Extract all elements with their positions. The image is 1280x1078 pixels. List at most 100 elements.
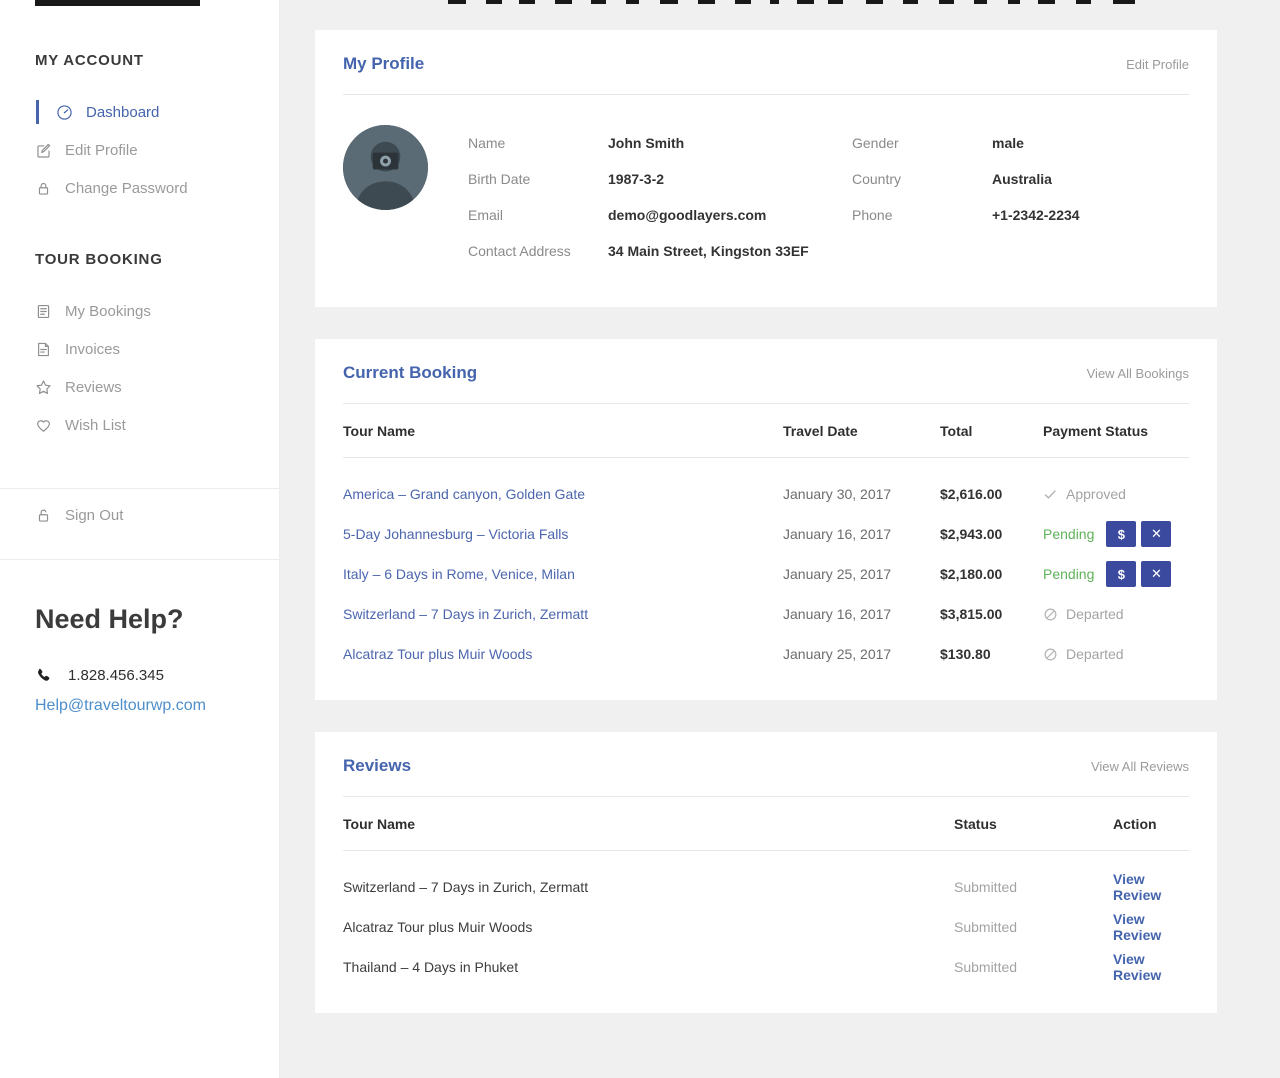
pay-button[interactable]: $ [1106, 521, 1136, 547]
profile-field-value: 34 Main Street, Kingston 33EF [608, 233, 852, 269]
sidebar-item-sign-out[interactable]: Sign Out [35, 496, 251, 534]
booking-total: $130.80 [940, 646, 1043, 662]
sidebar-divider [0, 559, 279, 560]
sidebar-item-label: Sign Out [65, 507, 123, 524]
tour-booking-heading: TOUR BOOKING [35, 251, 251, 268]
review-row: Thailand – 4 Days in PhuketSubmittedView… [343, 947, 1189, 987]
pay-button[interactable]: $ [1106, 561, 1136, 587]
sidebar-item-label: Change Password [65, 180, 188, 197]
profile-field-label: Birth Date [468, 161, 608, 197]
sidebar-item-edit-profile[interactable]: Edit Profile [35, 131, 251, 169]
booking-travel-date: January 16, 2017 [783, 526, 940, 542]
sidebar-item-label: Wish List [65, 417, 126, 434]
sidebar-item-reviews[interactable]: Reviews [35, 368, 251, 406]
profile-body: NameJohn SmithGendermaleBirth Date1987-3… [315, 95, 1217, 307]
sidebar-item-change-password[interactable]: Change Password [35, 169, 251, 207]
my-account-heading: MY ACCOUNT [35, 52, 251, 69]
sidebar-item-invoices[interactable]: Invoices [35, 330, 251, 368]
view-review-link[interactable]: View Review [1113, 911, 1161, 943]
payment-status-text: Departed [1066, 606, 1124, 622]
profile-field-value: Australia [992, 161, 1080, 197]
reviews-card: Reviews View All Reviews Tour Name Statu… [315, 732, 1217, 1013]
phone-icon [35, 667, 52, 684]
star-icon [35, 379, 52, 396]
sidebar-item-my-bookings[interactable]: My Bookings [35, 292, 251, 330]
payment-status-text: Approved [1066, 486, 1126, 502]
sidebar: MY ACCOUNT DashboardEdit Profile Change P… [0, 0, 280, 1078]
signout-nav: Sign Out [35, 496, 251, 534]
edit-profile-link[interactable]: Edit Profile [1126, 57, 1189, 72]
ban-icon [1043, 607, 1058, 622]
review-row: Alcatraz Tour plus Muir WoodsSubmittedVi… [343, 907, 1189, 947]
view-review-link[interactable]: View Review [1113, 951, 1161, 983]
current-booking-title: Current Booking [343, 363, 477, 383]
bookings-table-header: Tour Name Travel Date Total Payment Stat… [343, 404, 1189, 458]
sidebar-item-dashboard[interactable]: Dashboard [35, 93, 251, 131]
sidebar-item-label: Invoices [65, 341, 120, 358]
booking-travel-date: January 16, 2017 [783, 606, 940, 622]
profile-fields: NameJohn SmithGendermaleBirth Date1987-3… [468, 125, 1080, 269]
help-phone: 1.828.456.345 [35, 667, 251, 684]
booking-tour-link[interactable]: Italy – 6 Days in Rome, Venice, Milan [343, 566, 783, 582]
my-profile-title: My Profile [343, 54, 424, 74]
profile-field-label: Email [468, 197, 608, 233]
booking-payment-status: Departed [1043, 606, 1189, 622]
review-tour-name: Thailand – 4 Days in Phuket [343, 959, 954, 975]
profile-field-label: Contact Address [468, 233, 608, 269]
payment-status-text: Departed [1066, 646, 1124, 662]
col-payment-status: Payment Status [1043, 423, 1189, 439]
booking-travel-date: January 25, 2017 [783, 566, 940, 582]
booking-travel-date: January 25, 2017 [783, 646, 940, 662]
main-content: My Profile Edit Profile NameJohn SmithGe… [280, 0, 1280, 1078]
booking-row: Alcatraz Tour plus Muir WoodsJanuary 25,… [343, 634, 1189, 674]
avatar [343, 125, 428, 210]
profile-field-empty [992, 233, 1080, 269]
review-tour-name: Alcatraz Tour plus Muir Woods [343, 919, 954, 935]
profile-field-value: 1987-3-2 [608, 161, 852, 197]
booking-tour-link[interactable]: Switzerland – 7 Days in Zurich, Zermatt [343, 606, 783, 622]
payment-status-text: Pending [1043, 526, 1094, 542]
view-all-bookings-link[interactable]: View All Bookings [1087, 366, 1189, 381]
review-status: Submitted [954, 879, 1113, 895]
booking-payment-status: Pending$✕ [1043, 561, 1189, 587]
cancel-booking-button[interactable]: ✕ [1141, 561, 1171, 587]
cancel-booking-button[interactable]: ✕ [1141, 521, 1171, 547]
booking-total: $3,815.00 [940, 606, 1043, 622]
booking-tour-link[interactable]: Alcatraz Tour plus Muir Woods [343, 646, 783, 662]
dashboard-page: MY ACCOUNT DashboardEdit ProfileChange P… [0, 0, 1280, 1078]
profile-field-empty [852, 233, 992, 269]
booking-total: $2,943.00 [940, 526, 1043, 542]
view-all-reviews-link[interactable]: View All Reviews [1091, 759, 1189, 774]
edit-icon [35, 142, 52, 159]
booking-tour-link[interactable]: 5-Day Johannesburg – Victoria Falls [343, 526, 783, 542]
booking-payment-status: Approved [1043, 486, 1189, 502]
bookings-table-body: America – Grand canyon, Golden Gate Janua… [343, 458, 1189, 674]
reviews-table-header: Tour Name Status Action [343, 797, 1189, 851]
booking-row: America – Grand canyon, Golden GateJanua… [343, 474, 1189, 514]
check-icon [1043, 487, 1058, 502]
view-review-link[interactable]: View Review [1113, 871, 1161, 903]
ban-icon [1043, 647, 1058, 662]
profile-field-label: Country [852, 161, 992, 197]
review-status: Submitted [954, 959, 1113, 975]
heart-icon [35, 417, 52, 434]
current-booking-card-header: Current Booking View All Bookings [343, 339, 1189, 404]
review-action-cell: View Review [1113, 951, 1189, 983]
booking-row: Switzerland – 7 Days in Zurich, ZermattJ… [343, 594, 1189, 634]
bookings-icon [35, 303, 52, 320]
profile-field-label: Phone [852, 197, 992, 233]
my-profile-card: My Profile Edit Profile NameJohn SmithGe… [315, 30, 1217, 307]
col-status: Status [954, 816, 1113, 832]
sidebar-item-wish-list[interactable]: Wish List [35, 406, 251, 444]
review-tour-name: Switzerland – 7 Days in Zurich, Zermatt [343, 879, 954, 895]
booking-row: 5-Day Johannesburg – Victoria FallsJanua… [343, 514, 1189, 554]
help-email-link[interactable]: Help@traveltourwp.com [35, 697, 251, 715]
profile-field-value: demo@goodlayers.com [608, 197, 852, 233]
booking-payment-status: Departed [1043, 646, 1189, 662]
reviews-table: Tour Name Status Action Switzerland – 7 … [315, 797, 1217, 1013]
profile-field-label: Name [468, 125, 608, 161]
review-row: Switzerland – 7 Days in Zurich, ZermattS… [343, 867, 1189, 907]
profile-field-label: Gender [852, 125, 992, 161]
my-profile-card-header: My Profile Edit Profile [343, 30, 1189, 95]
booking-tour-link[interactable]: America – Grand canyon, Golden Gate [343, 486, 783, 502]
